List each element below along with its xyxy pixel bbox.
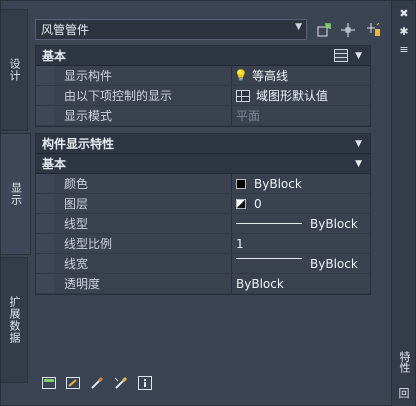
prop-value-text: 域图形默认值 xyxy=(256,89,329,103)
tab-design[interactable]: 设计 xyxy=(1,9,28,131)
pin-icon[interactable]: ✱ xyxy=(397,25,411,39)
section-basic: 基本 ▼ 显示构件 💡 等高线 由以下项控制的显示 域图形默认值 显示模式 平面 xyxy=(35,45,371,127)
row-gutter xyxy=(36,194,54,213)
lineweight-sample xyxy=(236,258,302,259)
close-icon[interactable]: ✖ xyxy=(397,7,411,21)
info-icon[interactable] xyxy=(137,375,153,391)
prop-label: 显示模式 xyxy=(36,106,232,125)
color-swatch-icon xyxy=(236,178,246,189)
view-toggle-icon[interactable] xyxy=(334,49,348,62)
prop-row-transparency[interactable]: 透明度 ByBlock xyxy=(36,274,370,294)
tab-extended-data[interactable]: 扩展数据 xyxy=(1,257,28,383)
section-component-display: 构件显示特性 ▼ 基本 ▼ 颜色 ByBlock 图层 0 线型 ByBlock… xyxy=(35,133,371,295)
prop-value[interactable]: ByBlock xyxy=(232,214,370,233)
prop-row-color[interactable]: 颜色 ByBlock xyxy=(36,174,370,194)
prop-label: 显示构件 xyxy=(36,66,232,85)
prop-row-linetype[interactable]: 线型 ByBlock xyxy=(36,214,370,234)
prop-value[interactable]: 0 xyxy=(232,194,370,213)
prop-value-text: 等高线 xyxy=(252,69,289,83)
prop-value[interactable]: 💡 等高线 xyxy=(232,66,370,85)
options-icon[interactable]: ≡ xyxy=(397,43,411,57)
object-type-value: 风管管件 xyxy=(41,23,90,37)
select-objects-icon[interactable] xyxy=(337,19,359,41)
prop-row-display-controlled-by[interactable]: 由以下项控制的显示 域图形默认值 xyxy=(36,86,370,106)
grid-icon xyxy=(236,89,250,102)
palette-title-bar[interactable]: ✖ ✱ ≡ 特性 回 xyxy=(391,1,415,406)
prop-label: 图层 xyxy=(36,194,232,213)
prop-label: 线型 xyxy=(36,214,232,233)
collapse-icon[interactable]: ▼ xyxy=(355,159,362,169)
row-gutter xyxy=(36,214,54,233)
section-basic-title: 基本 xyxy=(42,49,67,63)
tab-display-label: 显示 xyxy=(9,182,23,206)
palette-title: 特性 xyxy=(398,351,411,373)
prop-row-linetype-scale[interactable]: 线型比例 1 xyxy=(36,234,370,254)
row-gutter xyxy=(36,234,54,253)
prop-value[interactable]: 1 xyxy=(232,234,370,253)
prop-value-text: ByBlock xyxy=(310,256,358,271)
section-component-header[interactable]: 构件显示特性 ▼ xyxy=(36,134,370,154)
prop-value-text: 0 xyxy=(254,196,262,211)
subsection-basic-header[interactable]: 基本 ▼ xyxy=(36,154,370,174)
quick-select-icon[interactable] xyxy=(313,19,335,41)
row-gutter xyxy=(36,106,54,125)
pickadd-toggle-icon[interactable] xyxy=(363,19,385,41)
collapse-icon[interactable]: ▼ xyxy=(355,139,362,149)
bulb-icon: 💡 xyxy=(234,69,248,82)
prop-row-lineweight[interactable]: 线宽 ByBlock xyxy=(36,254,370,274)
collapse-icon[interactable]: ▼ xyxy=(355,51,362,61)
bottom-icon[interactable]: 回 xyxy=(397,387,411,401)
prop-row-display-mode[interactable]: 显示模式 平面 xyxy=(36,106,370,126)
tab-design-label: 设计 xyxy=(8,58,21,82)
prop-value[interactable]: ByBlock xyxy=(232,174,370,193)
row-gutter xyxy=(36,254,54,273)
subsection-basic-title: 基本 xyxy=(42,157,67,171)
match-props-icon[interactable] xyxy=(113,375,129,391)
section-component-title: 构件显示特性 xyxy=(42,137,115,151)
prop-label: 由以下项控制的显示 xyxy=(36,86,232,105)
properties-grid: 基本 ▼ 显示构件 💡 等高线 由以下项控制的显示 域图形默认值 显示模式 平面… xyxy=(35,45,371,295)
prop-row-display-component[interactable]: 显示构件 💡 等高线 xyxy=(36,66,370,86)
row-gutter xyxy=(36,274,54,293)
bottom-toolbar xyxy=(41,375,153,391)
layer-icon xyxy=(236,198,246,209)
prop-label: 透明度 xyxy=(36,274,232,293)
paint-icon[interactable] xyxy=(89,375,105,391)
prop-value-text: ByBlock xyxy=(254,176,302,191)
properties-palette: 设计 显示 扩展数据 ✖ ✱ ≡ 特性 回 风管管件 ▼ 基本 ▼ 显示构件 💡… xyxy=(0,0,416,406)
row-gutter xyxy=(36,66,54,85)
tab-extended-data-label: 扩展数据 xyxy=(8,296,21,344)
section-basic-header[interactable]: 基本 ▼ xyxy=(36,46,370,66)
prop-label: 颜色 xyxy=(36,174,232,193)
prop-value: 平面 xyxy=(236,109,261,123)
edit-style-icon[interactable] xyxy=(65,375,81,391)
prop-label: 线型比例 xyxy=(36,234,232,253)
tab-display[interactable]: 显示 xyxy=(1,133,31,255)
prop-row-layer[interactable]: 图层 0 xyxy=(36,194,370,214)
object-type-dropdown[interactable]: 风管管件 ▼ xyxy=(35,19,307,40)
prop-value[interactable]: ByBlock xyxy=(232,254,370,273)
prop-label: 线宽 xyxy=(36,254,232,273)
prop-value[interactable]: ByBlock xyxy=(232,274,370,293)
chevron-down-icon: ▼ xyxy=(295,22,302,32)
linetype-sample xyxy=(236,223,302,224)
edit-display-icon[interactable] xyxy=(41,375,57,391)
row-gutter xyxy=(36,86,54,105)
row-gutter xyxy=(36,174,54,193)
prop-value-text: ByBlock xyxy=(310,216,358,231)
prop-value[interactable]: 域图形默认值 xyxy=(232,86,370,105)
